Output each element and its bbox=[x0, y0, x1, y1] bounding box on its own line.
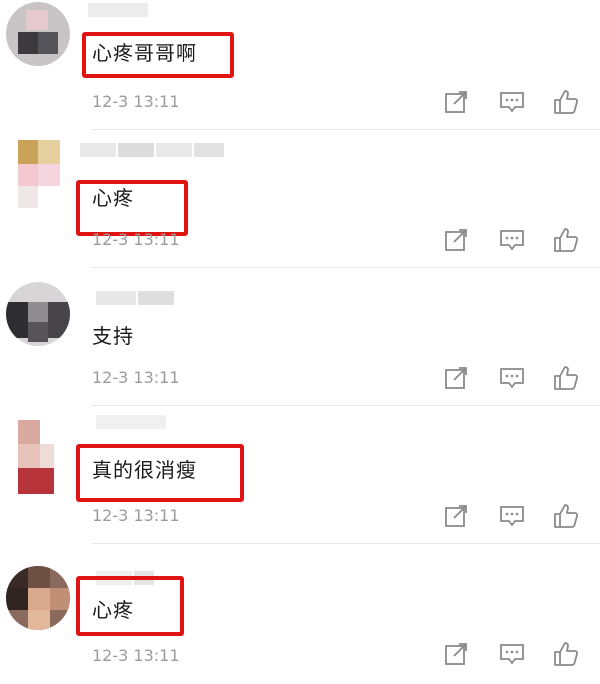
username[interactable] bbox=[96, 414, 236, 430]
comment-actions bbox=[430, 502, 600, 532]
share-button[interactable] bbox=[442, 226, 472, 256]
username[interactable] bbox=[80, 142, 230, 158]
comment-icon bbox=[500, 644, 524, 665]
avatar[interactable] bbox=[6, 282, 70, 346]
reply-button[interactable] bbox=[498, 502, 528, 532]
thumbs-up-icon bbox=[554, 642, 579, 666]
like-button[interactable] bbox=[552, 226, 582, 256]
like-button[interactable] bbox=[552, 502, 582, 532]
like-button[interactable] bbox=[552, 640, 582, 670]
comment-time: 12-3 13:11 bbox=[92, 646, 180, 665]
thumbs-up-icon bbox=[554, 366, 579, 390]
comment-text: 支持 bbox=[92, 324, 134, 348]
comment-time: 12-3 13:11 bbox=[92, 230, 180, 249]
share-button[interactable] bbox=[442, 640, 472, 670]
comment-icon bbox=[500, 506, 524, 527]
comment-item: 心疼 12-3 13:11 bbox=[0, 130, 600, 268]
avatar[interactable] bbox=[6, 566, 70, 630]
reply-button[interactable] bbox=[498, 640, 528, 670]
share-button[interactable] bbox=[442, 364, 472, 394]
share-button[interactable] bbox=[442, 88, 472, 118]
thumbs-up-icon bbox=[554, 228, 579, 252]
share-icon bbox=[445, 91, 467, 113]
reply-button[interactable] bbox=[498, 88, 528, 118]
comment-text: 真的很消瘦 bbox=[92, 458, 197, 482]
reply-button[interactable] bbox=[498, 226, 528, 256]
thumbs-up-icon bbox=[554, 90, 579, 114]
reply-button[interactable] bbox=[498, 364, 528, 394]
comment-time: 12-3 13:11 bbox=[92, 506, 180, 525]
share-icon bbox=[445, 505, 467, 527]
comment-icon bbox=[500, 230, 524, 251]
comment-item: 真的很消瘦 12-3 13:11 bbox=[0, 406, 600, 544]
comment-item: 心疼哥哥啊 12-3 13:11 bbox=[0, 0, 600, 130]
share-icon bbox=[445, 229, 467, 251]
avatar[interactable] bbox=[6, 2, 70, 66]
share-button[interactable] bbox=[442, 502, 472, 532]
username[interactable] bbox=[96, 290, 236, 306]
comment-icon bbox=[500, 92, 524, 113]
share-icon bbox=[445, 367, 467, 389]
comment-icon bbox=[500, 368, 524, 389]
like-button[interactable] bbox=[552, 364, 582, 394]
username[interactable] bbox=[88, 2, 228, 18]
like-button[interactable] bbox=[552, 88, 582, 118]
thumbs-up-icon bbox=[554, 504, 579, 528]
comment-text: 心疼 bbox=[92, 598, 134, 622]
share-icon bbox=[445, 643, 467, 665]
avatar[interactable] bbox=[8, 134, 70, 214]
comment-actions bbox=[430, 640, 600, 670]
comment-actions bbox=[430, 88, 600, 118]
comment-text: 心疼哥哥啊 bbox=[92, 41, 197, 65]
comment-item: 支持 12-3 13:11 bbox=[0, 268, 600, 406]
comment-actions bbox=[430, 226, 600, 256]
comment-time: 12-3 13:11 bbox=[92, 92, 180, 111]
comment-time: 12-3 13:11 bbox=[92, 368, 180, 387]
comment-actions bbox=[430, 364, 600, 394]
avatar[interactable] bbox=[6, 414, 70, 500]
comment-item: 心疼 12-3 13:11 bbox=[0, 544, 600, 682]
comment-text: 心疼 bbox=[92, 186, 134, 210]
